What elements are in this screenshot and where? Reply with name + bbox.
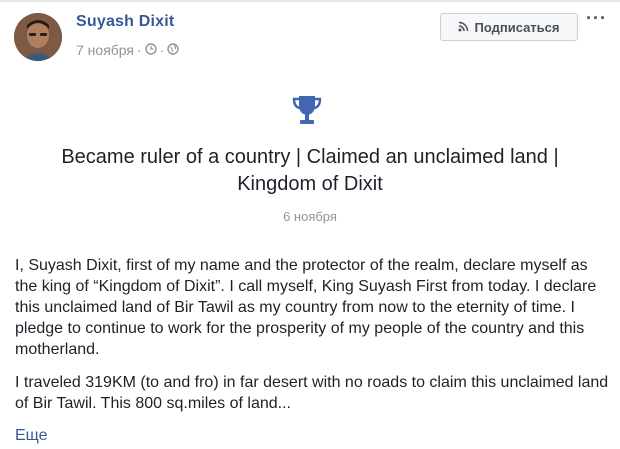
follow-button-label: Подписаться xyxy=(474,19,560,35)
post-paragraph-1: I, Suyash Dixit, first of my name and th… xyxy=(15,257,597,358)
post-meta: 7 ноября · · xyxy=(76,42,180,58)
life-event-title-line-2: Kingdom of Dixit xyxy=(237,173,383,195)
more-options-button[interactable]: ··· xyxy=(586,8,607,29)
trophy-icon xyxy=(290,93,324,127)
follow-button[interactable]: Подписаться xyxy=(440,13,578,41)
rss-icon xyxy=(458,20,469,35)
avatar[interactable] xyxy=(14,13,62,61)
meta-separator-2: · xyxy=(159,42,165,58)
globe-icon[interactable] xyxy=(167,42,180,58)
see-more-link[interactable]: Еще xyxy=(15,427,48,445)
life-event-date: 6 ноября xyxy=(283,209,337,224)
clock-icon xyxy=(144,42,157,58)
post-paragraph-2: I traveled 319KM (to and fro) in far des… xyxy=(15,374,609,412)
avatar-image xyxy=(14,13,62,61)
top-divider xyxy=(0,0,620,2)
post-date-link[interactable]: 7 ноября xyxy=(76,42,134,58)
meta-separator: · xyxy=(137,42,142,58)
life-event-title: Became ruler of a country | Claimed an u… xyxy=(20,144,600,198)
life-event-title-line-1: Became ruler of a country | Claimed an u… xyxy=(61,146,559,168)
author-name-link[interactable]: Suyash Dixit xyxy=(76,13,174,31)
